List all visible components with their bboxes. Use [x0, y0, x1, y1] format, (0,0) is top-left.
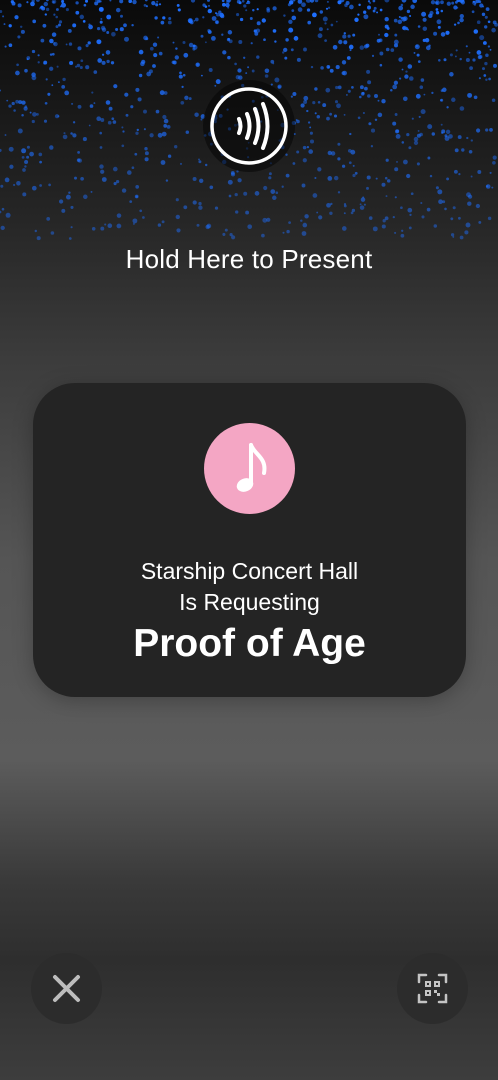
requester-name: Starship Concert Hall [140, 558, 359, 584]
qr-code-button[interactable] [397, 953, 468, 1024]
close-icon [53, 975, 80, 1002]
requesting-label: Is Requesting [179, 589, 320, 615]
close-button[interactable] [31, 953, 102, 1024]
nfc-contactless-icon [210, 87, 288, 165]
request-type: Proof of Age [133, 622, 366, 665]
qr-code-scan-icon [417, 973, 448, 1004]
request-card: Starship Concert Hall Is Requesting Proo… [33, 383, 466, 697]
music-note-icon [236, 443, 267, 492]
app-badge [204, 423, 295, 514]
hold-here-instruction: Hold Here to Present [125, 244, 373, 274]
